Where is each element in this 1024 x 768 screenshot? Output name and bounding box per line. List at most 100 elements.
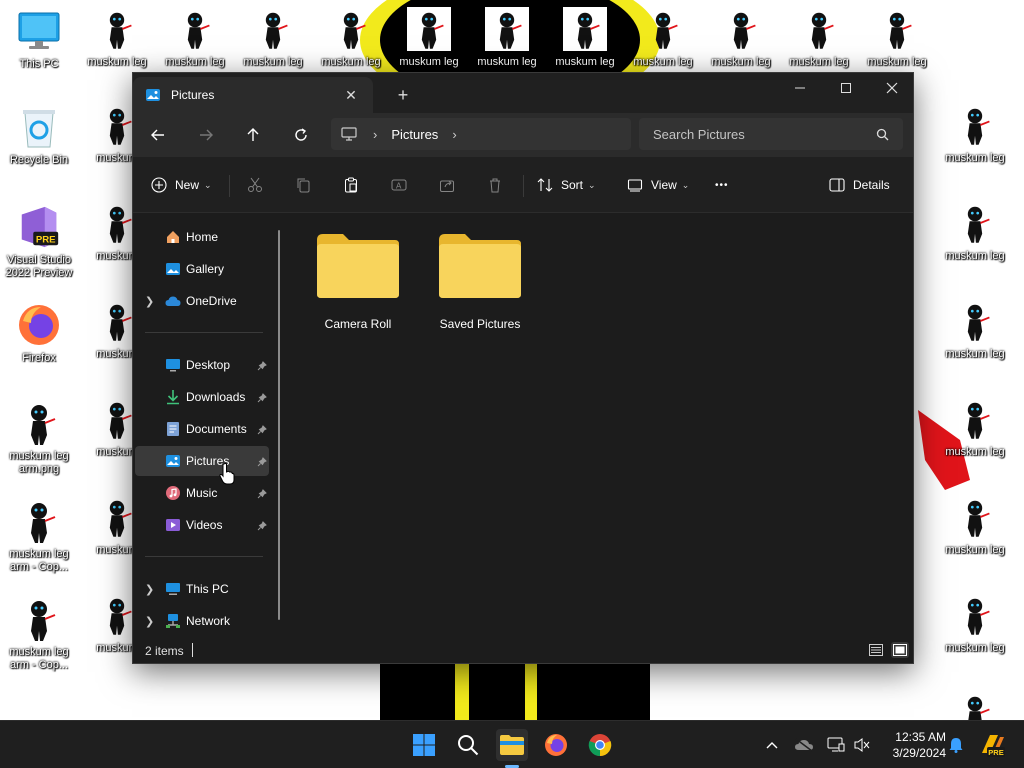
desktop-icon-image[interactable]: muskum leg arm - Cop... [0,596,78,672]
stickman-image-icon [718,6,764,52]
share-icon [440,180,454,192]
expand-chevron-icon[interactable]: ❯ [145,583,154,596]
close-tab-icon[interactable]: ✕ [341,85,361,105]
start-icon [413,734,435,756]
navigation-pane-scrollbar[interactable] [278,230,280,620]
desktop-icon-image[interactable]: muskum leg [78,6,156,69]
volume-status[interactable] [852,735,872,755]
up-button[interactable] [240,122,266,148]
taskbar-search-button[interactable] [452,729,484,761]
taskbar-chrome[interactable] [584,729,616,761]
copilot-button[interactable]: PRE [978,731,1006,759]
toolbar-divider [523,175,524,197]
nav-item-videos[interactable]: Videos [135,510,269,540]
nav-item-onedrive[interactable]: ❯ OneDrive [135,286,269,316]
search-box[interactable] [639,118,903,150]
expand-chevron-icon[interactable]: ❯ [145,295,154,308]
clock[interactable]: 12:35 AM 3/29/2024 [880,729,946,761]
details-button[interactable]: Details [829,171,890,199]
cut-icon [248,177,262,192]
desktop-icon-visual-studio[interactable]: PRE Visual Studio 2022 Preview [0,204,78,280]
folder-icon [439,234,521,298]
refresh-button[interactable] [288,122,314,148]
taskbar-file-explorer[interactable] [496,729,528,768]
minimize-button[interactable] [777,73,823,103]
sort-button[interactable]: Sort ⌄ [537,171,596,199]
search-input[interactable] [653,126,876,142]
desktop-icon-image[interactable]: muskum leg [936,200,1014,263]
desktop-icon-image[interactable]: muskum leg [936,298,1014,361]
svg-text:A: A [396,182,402,191]
desktop-icon-image[interactable]: muskum leg [780,6,858,69]
share-button[interactable] [439,171,455,199]
paste-button[interactable] [343,171,359,199]
stickman-image-icon [952,102,998,148]
close-icon [886,82,898,94]
maximize-button[interactable] [823,73,869,103]
delete-button[interactable] [487,171,503,199]
desktop-icon-image[interactable]: muskum leg [312,6,390,69]
desktop-icon-image[interactable]: muskum leg [702,6,780,69]
nav-item-this-pc[interactable]: ❯ This PC [135,574,269,604]
back-button[interactable] [145,122,171,148]
tab-title: Pictures [171,88,215,102]
nav-item-documents[interactable]: Documents [135,414,269,444]
desktop-icon-this-pc[interactable]: This PC [0,8,78,71]
taskbar-firefox[interactable] [540,729,572,761]
desktop-icon-image[interactable]: muskum leg [390,6,468,69]
desktop-icon-image[interactable]: muskum leg [156,6,234,69]
rename-button[interactable]: A [391,171,407,199]
paste-icon [345,177,357,193]
desktop-icon-image[interactable]: muskum leg arm.png [0,400,78,476]
folder-item-saved-pictures[interactable]: Saved Pictures [425,232,535,331]
desktop-icon-firefox[interactable]: Firefox [0,302,78,365]
notification-button[interactable] [946,735,966,755]
desktop-icon-image[interactable]: muskum leg [624,6,702,69]
view-icon [627,179,643,192]
display-status[interactable] [826,735,846,755]
see-more-button[interactable]: ••• [715,171,729,199]
address-bar[interactable]: › Pictures › [331,118,631,150]
nav-item-label: Documents [186,422,247,436]
svg-text:PRE: PRE [36,234,56,245]
desktop-icon [165,357,181,373]
show-hidden-icons-button[interactable] [762,735,782,755]
stickman-image-icon [952,494,998,540]
details-view-button[interactable] [867,642,885,658]
nav-item-home[interactable]: Home [135,222,269,252]
desktop-icon-image[interactable]: muskum leg [936,396,1014,459]
breadcrumb-pictures[interactable]: Pictures [391,127,438,142]
nav-item-desktop[interactable]: Desktop [135,350,269,380]
desktop-icon-image[interactable]: muskum leg arm - Cop... [0,498,78,574]
copy-button[interactable] [295,171,311,199]
breadcrumb-chevron-icon[interactable]: › [452,127,456,142]
desktop-icon-image[interactable]: muskum leg [936,102,1014,165]
desktop-icon-image[interactable]: muskum leg [936,494,1014,557]
cut-button[interactable] [247,171,263,199]
nav-item-music[interactable]: Music [135,478,269,508]
tab-pictures[interactable]: Pictures ✕ [133,77,373,113]
desktop-icon-image[interactable]: muskum leg [546,6,624,69]
expand-chevron-icon[interactable]: ❯ [145,615,154,628]
chevron-down-icon: ⌄ [588,179,596,190]
nav-item-gallery[interactable]: Gallery [135,254,269,284]
forward-button[interactable] [193,122,219,148]
folder-item-camera-roll[interactable]: Camera Roll [303,232,413,331]
desktop-icon-image[interactable]: muskum leg [936,592,1014,655]
close-window-button[interactable] [869,73,913,103]
start-button[interactable] [408,729,440,761]
desktop-icon-image[interactable]: muskum leg [858,6,936,69]
view-button[interactable]: View ⌄ [627,171,689,199]
desktop-icon-label: muskum leg [399,56,459,68]
new-button[interactable]: New ⌄ [151,171,212,199]
desktop-icon-image[interactable]: muskum leg [468,6,546,69]
onedrive-status[interactable] [794,735,814,755]
nav-item-network[interactable]: ❯ Network [135,606,269,636]
nav-item-pictures[interactable]: Pictures [135,446,269,476]
desktop-icon-recycle-bin[interactable]: Recycle Bin [0,104,78,167]
desktop-icon-image[interactable]: muskum leg [936,690,1014,720]
new-tab-button[interactable]: + [391,83,415,107]
nav-item-downloads[interactable]: Downloads [135,382,269,412]
desktop-icon-image[interactable]: muskum leg [234,6,312,69]
tiles-view-button[interactable] [891,642,909,658]
